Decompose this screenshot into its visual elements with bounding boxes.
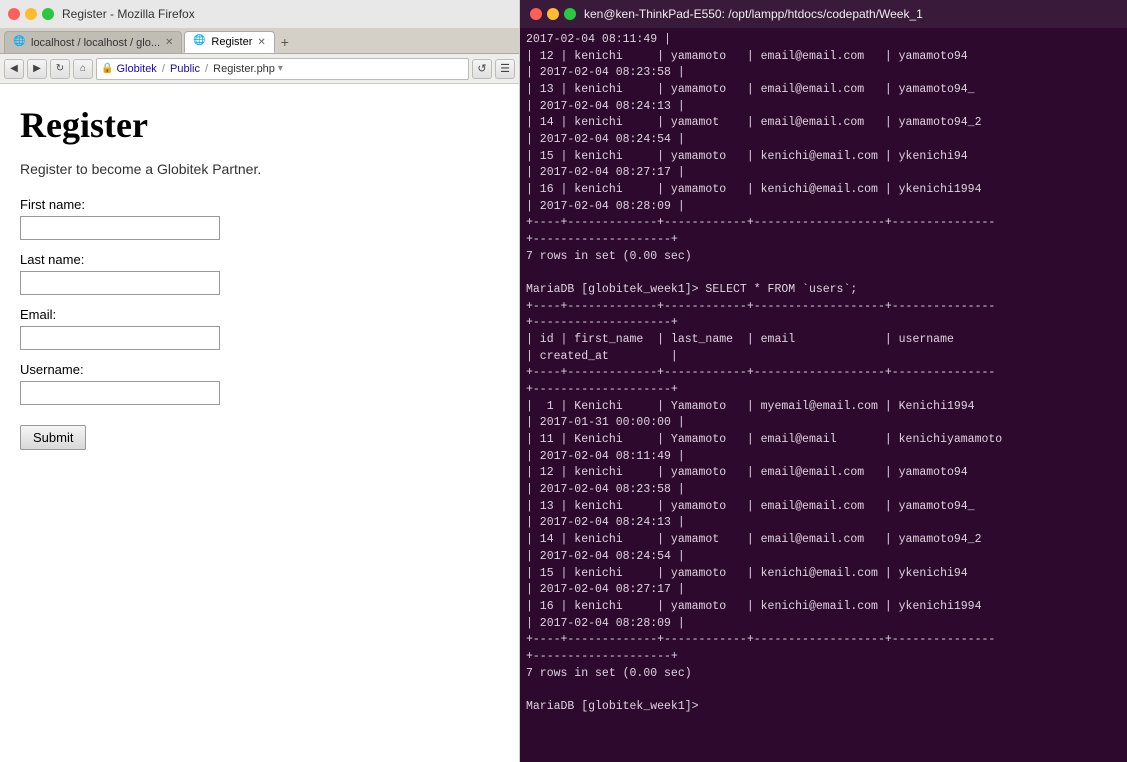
terminal-title-bar: ken@ken-ThinkPad-E550: /opt/lampp/htdocs… [520, 0, 1127, 28]
username-input[interactable] [20, 381, 220, 405]
terminal-maximize-button[interactable] [564, 8, 576, 20]
last-name-input[interactable] [20, 271, 220, 295]
tab-close-active[interactable]: ✕ [257, 37, 265, 48]
username-group: Username: [20, 362, 499, 405]
terminal-title-text: ken@ken-ThinkPad-E550: /opt/lampp/htdocs… [584, 7, 923, 21]
terminal-window-controls[interactable] [530, 8, 576, 20]
page-title: Register [20, 104, 499, 146]
forward-button[interactable]: ▶ [27, 59, 47, 79]
tab-register[interactable]: 🌐 Register ✕ [184, 31, 274, 53]
reload-button[interactable]: ↻ [50, 59, 70, 79]
breadcrumb-globitek[interactable]: Globitek [116, 63, 156, 75]
home-button[interactable]: ⌂ [73, 59, 93, 79]
username-label: Username: [20, 362, 499, 377]
browser-title-bar: Register - Mozilla Firefox [0, 0, 520, 28]
browser-panel: 🌐 localhost / localhost / glo... ✕ 🌐 Reg… [0, 28, 520, 762]
tab-inactive-label: localhost / localhost / glo... [31, 37, 160, 49]
tab-favicon-active: 🌐 [193, 35, 207, 49]
tab-close-inactive[interactable]: ✕ [165, 37, 173, 48]
first-name-group: First name: [20, 197, 499, 240]
terminal-output[interactable]: 2017-02-04 08:11:49 | | 12 | kenichi | y… [520, 28, 1127, 762]
refresh-button[interactable]: ↺ [472, 59, 492, 79]
breadcrumb-public[interactable]: Public [170, 63, 200, 75]
menu-button[interactable]: ☰ [495, 59, 515, 79]
window-controls[interactable] [8, 8, 54, 20]
lock-icon: 🔒 [101, 63, 113, 74]
breadcrumb-sep2: / [205, 63, 208, 75]
minimize-button[interactable] [25, 8, 37, 20]
address-bar-container: 🔒 Globitek / Public / Register.php ▾ [96, 58, 469, 80]
submit-button[interactable]: Submit [20, 425, 86, 450]
last-name-label: Last name: [20, 252, 499, 267]
terminal-close-button[interactable] [530, 8, 542, 20]
browser-title: Register - Mozilla Firefox [62, 7, 195, 21]
email-group: Email: [20, 307, 499, 350]
terminal-minimize-button[interactable] [547, 8, 559, 20]
tab-active-label: Register [211, 36, 252, 48]
last-name-group: Last name: [20, 252, 499, 295]
page-subtitle: Register to become a Globitek Partner. [20, 161, 499, 177]
maximize-button[interactable] [42, 8, 54, 20]
breadcrumb-sep1: / [162, 63, 165, 75]
new-tab-button[interactable]: + [281, 31, 289, 53]
first-name-label: First name: [20, 197, 499, 212]
back-button[interactable]: ◀ [4, 59, 24, 79]
close-button[interactable] [8, 8, 20, 20]
first-name-input[interactable] [20, 216, 220, 240]
breadcrumb-register[interactable]: Register.php [213, 63, 275, 75]
breadcrumb-path: Globitek / Public / Register.php [116, 63, 274, 75]
browser-body: Register Register to become a Globitek P… [0, 84, 519, 762]
email-label: Email: [20, 307, 499, 322]
terminal-container: 2017-02-04 08:11:49 | | 12 | kenichi | y… [520, 28, 1127, 762]
browser-toolbar: ◀ ▶ ↻ ⌂ 🔒 Globitek / Public / Register.p… [0, 54, 519, 84]
email-input[interactable] [20, 326, 220, 350]
tab-favicon-inactive: 🌐 [13, 36, 27, 50]
browser-tabs: 🌐 localhost / localhost / glo... ✕ 🌐 Reg… [0, 28, 519, 54]
tab-localhost[interactable]: 🌐 localhost / localhost / glo... ✕ [4, 31, 182, 53]
address-arrow-icon: ▾ [278, 63, 283, 74]
